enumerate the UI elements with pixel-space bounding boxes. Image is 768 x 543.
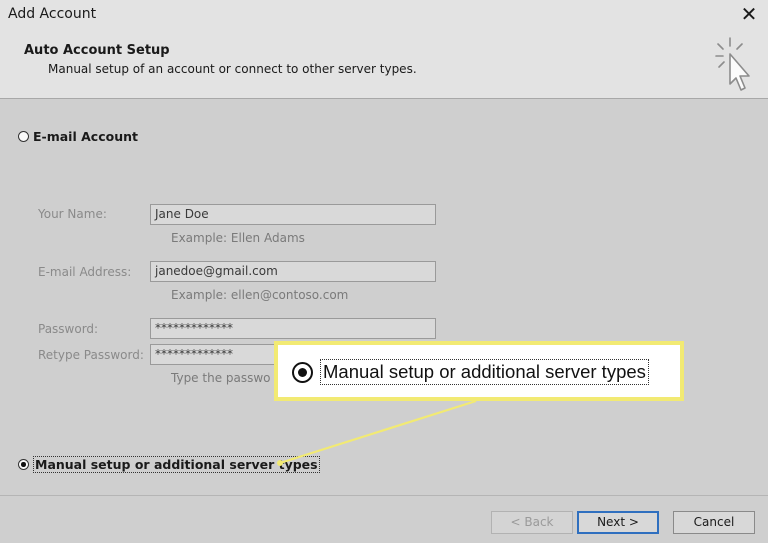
back-button[interactable]: < Back	[491, 511, 573, 534]
manual-setup-option[interactable]: Manual setup or additional server types	[18, 456, 320, 473]
cancel-button[interactable]: Cancel	[673, 511, 755, 534]
email-address-hint: Example: ellen@contoso.com	[171, 288, 349, 302]
wizard-header: Auto Account Setup Manual setup of an ac…	[0, 30, 768, 99]
password-label: Password:	[38, 322, 99, 336]
header-title: Auto Account Setup	[24, 43, 170, 58]
password-hint: Type the passwo	[171, 371, 271, 385]
your-name-hint: Example: Ellen Adams	[171, 231, 305, 245]
callout-label: Manual setup or additional server types	[320, 359, 649, 385]
email-address-field[interactable]: janedoe@gmail.com	[150, 261, 436, 282]
manual-setup-label: Manual setup or additional server types	[33, 456, 320, 473]
email-account-option[interactable]: E-mail Account	[18, 129, 138, 144]
your-name-field[interactable]: Jane Doe	[150, 204, 436, 225]
cursor-sparkle-icon	[715, 37, 750, 91]
next-button[interactable]: Next >	[577, 511, 659, 534]
retype-password-label: Retype Password:	[38, 348, 144, 362]
email-account-radio[interactable]	[18, 131, 29, 142]
password-field[interactable]: *************	[150, 318, 436, 339]
highlight-callout: Manual setup or additional server types	[274, 341, 684, 401]
footer-divider	[0, 495, 768, 496]
title-bar: Add Account ✕	[0, 0, 768, 30]
callout-radio-icon	[292, 361, 313, 383]
email-address-label: E-mail Address:	[38, 265, 132, 279]
email-account-label: E-mail Account	[33, 129, 138, 144]
window-title: Add Account	[8, 6, 97, 22]
close-icon[interactable]: ✕	[738, 2, 760, 26]
manual-setup-radio[interactable]	[18, 459, 29, 470]
header-subtitle: Manual setup of an account or connect to…	[48, 62, 417, 76]
your-name-label: Your Name:	[38, 207, 107, 221]
